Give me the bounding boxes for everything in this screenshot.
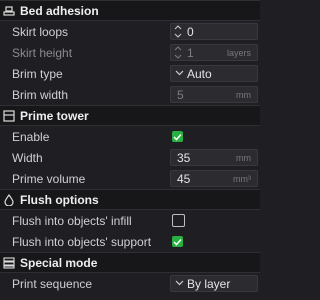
brim-type-value: Auto [187,66,212,81]
brim-type-select[interactable]: Auto [170,65,258,82]
width-label: Width [12,150,43,165]
checkmark-icon [173,238,182,246]
stepper[interactable] [174,46,182,59]
skirt-height-value: 1 [187,45,194,60]
prime-volume-input[interactable]: 45 mm³ [170,170,258,187]
skirt-height-unit: layers [226,47,251,58]
section-special-mode[interactable]: Special mode [0,252,260,273]
skirt-loops-row: Skirt loops 0 [0,21,260,42]
flush-support-label: Flush into objects' support [12,234,152,249]
prime-volume-row: Prime volume 45 mm³ [0,168,260,189]
width-value: 35 [177,150,191,165]
brim-type-row: Brim type Auto [0,63,260,84]
checkmark-icon [173,133,182,141]
flush-support-checkbox[interactable] [172,236,183,247]
brim-width-row: Brim width 5 mm [0,84,260,105]
skirt-loops-input[interactable]: 0 [170,23,258,40]
brim-width-label: Brim width [12,87,69,102]
chevron-down-icon [175,70,184,76]
skirt-height-input[interactable]: 1 layers [170,44,258,61]
brim-type-label: Brim type [12,66,63,81]
skirt-loops-value: 0 [187,24,194,39]
print-sequence-label: Print sequence [12,276,93,291]
flush-support-row: Flush into objects' support [0,231,260,252]
prime-volume-unit: mm³ [233,173,251,184]
flush-options-icon [2,193,16,207]
flush-infill-checkbox[interactable] [172,214,185,227]
print-sequence-row: Print sequence By layer [0,273,260,294]
prime-volume-value: 45 [177,171,191,186]
chevron-up-icon[interactable] [174,46,182,51]
section-title: Bed adhesion [20,3,99,18]
skirt-loops-label: Skirt loops [12,24,69,39]
stepper[interactable] [174,25,182,38]
width-row: Width 35 mm [0,147,260,168]
flush-infill-row: Flush into objects' infill [0,210,260,231]
brim-width-input[interactable]: 5 mm [170,86,258,103]
chevron-down-icon [175,280,184,286]
brim-width-unit: mm [236,89,251,100]
flush-infill-label: Flush into objects' infill [12,213,132,228]
section-bed-adhesion[interactable]: Bed adhesion [0,0,260,21]
enable-row: Enable [0,126,260,147]
width-unit: mm [236,152,251,163]
skirt-height-label: Skirt height [12,45,73,60]
settings-panel: Bed adhesion Skirt loops 0 Skirt height … [0,0,260,300]
section-title: Special mode [20,255,98,270]
section-title: Prime tower [20,108,89,123]
chevron-down-icon[interactable] [174,33,182,38]
section-flush-options[interactable]: Flush options [0,189,260,210]
print-sequence-select[interactable]: By layer [170,275,258,292]
special-mode-icon [2,256,16,270]
prime-tower-icon [2,109,16,123]
brim-width-value: 5 [177,87,184,102]
chevron-down-icon[interactable] [174,54,182,59]
section-title: Flush options [20,192,99,207]
skirt-height-row: Skirt height 1 layers [0,42,260,63]
enable-label: Enable [12,129,50,144]
width-input[interactable]: 35 mm [170,149,258,166]
section-prime-tower[interactable]: Prime tower [0,105,260,126]
bed-adhesion-icon [2,4,16,18]
chevron-up-icon[interactable] [174,25,182,30]
print-sequence-value: By layer [187,276,231,291]
enable-checkbox[interactable] [172,131,183,142]
prime-volume-label: Prime volume [12,171,86,186]
